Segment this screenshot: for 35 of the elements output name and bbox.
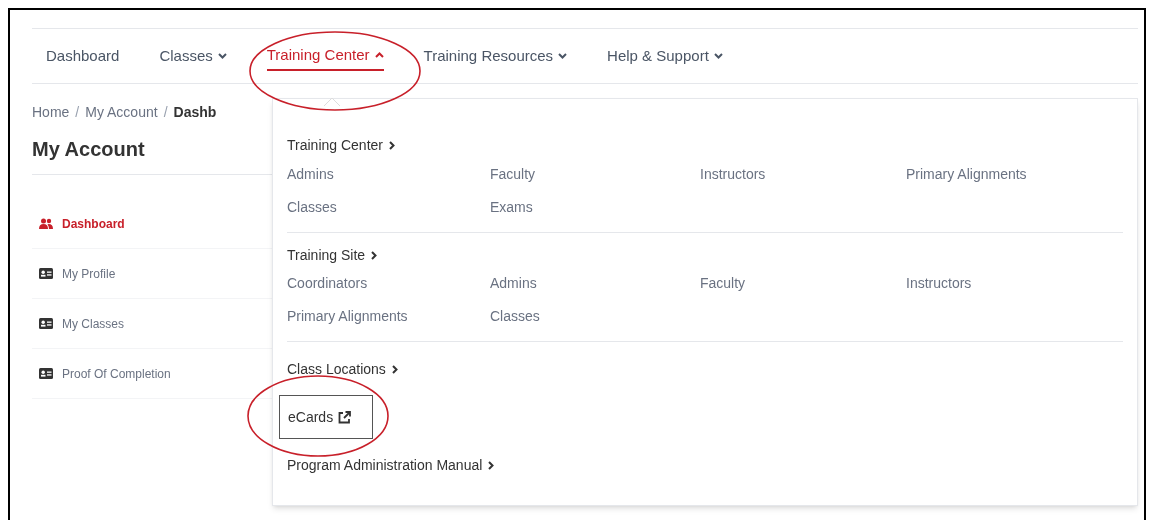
- users-icon: [39, 218, 53, 229]
- menu-link[interactable]: Instructors: [906, 273, 972, 294]
- id-card-icon: [39, 318, 53, 329]
- nav-tab[interactable]: Help & Support: [607, 41, 723, 71]
- menu-link[interactable]: Primary Alignments: [906, 163, 1027, 185]
- id-card-icon: [39, 368, 53, 379]
- chevron-right-icon: [389, 141, 395, 150]
- menu-link[interactable]: Exams: [490, 196, 533, 218]
- menu-heading-link[interactable]: Program Administration Manual: [287, 453, 495, 477]
- menu-link[interactable]: Admins: [490, 273, 537, 294]
- menu-link[interactable]: Faculty: [700, 273, 746, 294]
- menu-link[interactable]: Classes: [490, 306, 540, 327]
- menu-heading-link[interactable]: Training Site: [287, 243, 378, 267]
- menu-heading-link[interactable]: Training Center: [287, 133, 395, 158]
- menu-heading-link[interactable]: Class Locations: [287, 357, 398, 381]
- menu-link[interactable]: Admins: [287, 163, 334, 185]
- breadcrumb-link[interactable]: Home: [32, 101, 70, 123]
- chevron-right-icon: [488, 460, 495, 470]
- external-link-icon: [338, 410, 352, 424]
- id-card-icon: [39, 268, 53, 279]
- chevron-right-icon: [371, 250, 378, 260]
- menu-link[interactable]: Classes: [287, 196, 337, 218]
- nav-tab[interactable]: Dashboard: [46, 41, 120, 71]
- menu-link[interactable]: Primary Alignments: [287, 306, 408, 327]
- menu-link[interactable]: eCards: [279, 395, 373, 439]
- menu-link[interactable]: Faculty: [490, 163, 536, 185]
- menu-link[interactable]: Instructors: [700, 163, 766, 185]
- breadcrumb-separator: /: [75, 102, 80, 122]
- menu-link[interactable]: Coordinators: [287, 273, 368, 294]
- nav-tab[interactable]: Classes: [159, 41, 227, 71]
- breadcrumb-link[interactable]: My Account: [85, 101, 158, 123]
- breadcrumb-separator: /: [163, 102, 168, 122]
- breadcrumb-current: Dashb: [173, 102, 217, 122]
- chevron-right-icon: [391, 364, 398, 374]
- nav-tab[interactable]: Training Resources: [423, 41, 568, 71]
